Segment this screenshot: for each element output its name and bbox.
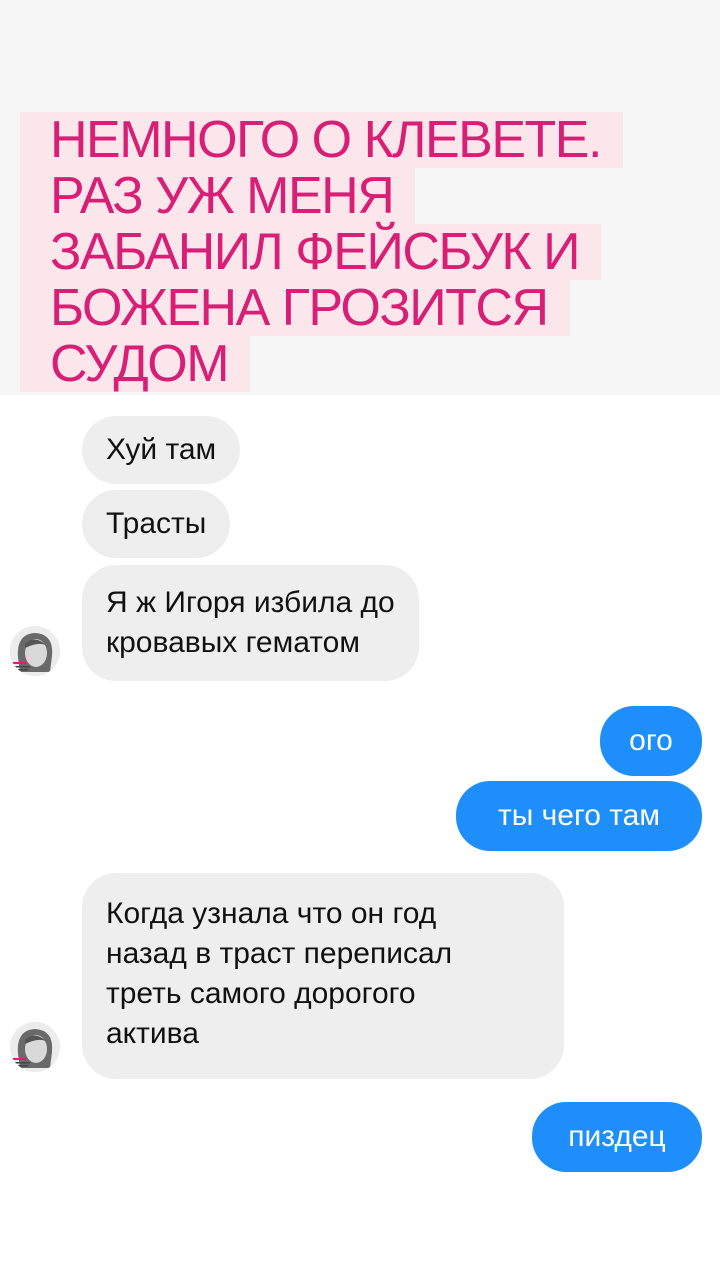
headline-line-text: НЕМНОГО О КЛЕВЕТЕ. xyxy=(20,112,623,168)
headline-line-text: РАЗ УЖ МЕНЯ xyxy=(20,168,416,224)
message-text: Трасты xyxy=(106,507,207,540)
incoming-message-bubble[interactable]: Трасты xyxy=(82,490,231,558)
outgoing-message-bubble[interactable]: пиздец xyxy=(532,1102,702,1172)
headline-line-text: СУДОМ xyxy=(20,336,251,392)
message-text: пиздец xyxy=(568,1120,666,1153)
headline-line: НЕМНОГО О КЛЕВЕТЕ. xyxy=(20,112,700,168)
headline-line: СУДОМ xyxy=(20,336,700,392)
message-text: ого xyxy=(629,724,673,757)
message-text-line: назад в траст переписал xyxy=(106,937,453,970)
incoming-message-bubble[interactable]: Хуй там xyxy=(82,416,241,484)
outgoing-message-bubble[interactable]: ого xyxy=(600,706,702,776)
incoming-message-bubble[interactable]: Когда узнала что он год назад в траст пе… xyxy=(82,873,564,1079)
message-text: ты чего там xyxy=(498,799,660,832)
headline-line-text: ЗАБАНИЛ ФЕЙСБУК И xyxy=(20,224,601,280)
sender-avatar-icon[interactable] xyxy=(10,1022,60,1072)
message-text-line: Я ж Игоря избила до xyxy=(106,586,395,619)
headline-line: БОЖЕНА ГРОЗИТСЯ xyxy=(20,280,700,336)
message-text-line: треть самого дорогого xyxy=(106,977,416,1010)
story-headline: НЕМНОГО О КЛЕВЕТЕ. РАЗ УЖ МЕНЯ ЗАБАНИЛ Ф… xyxy=(20,112,700,392)
outgoing-message-bubble[interactable]: ты чего там xyxy=(456,781,702,851)
message-text-line: кровавых гематом xyxy=(106,626,360,659)
headline-line: РАЗ УЖ МЕНЯ xyxy=(20,168,700,224)
incoming-message-bubble[interactable]: Я ж Игоря избила до кровавых гематом xyxy=(82,565,419,681)
message-text-line: актива xyxy=(106,1017,199,1050)
headline-line: ЗАБАНИЛ ФЕЙСБУК И xyxy=(20,224,700,280)
message-text-line: Когда узнала что он год xyxy=(106,897,437,930)
message-text: Хуй там xyxy=(106,433,217,466)
headline-line-text: БОЖЕНА ГРОЗИТСЯ xyxy=(20,280,570,336)
sender-avatar-icon[interactable] xyxy=(10,626,60,676)
